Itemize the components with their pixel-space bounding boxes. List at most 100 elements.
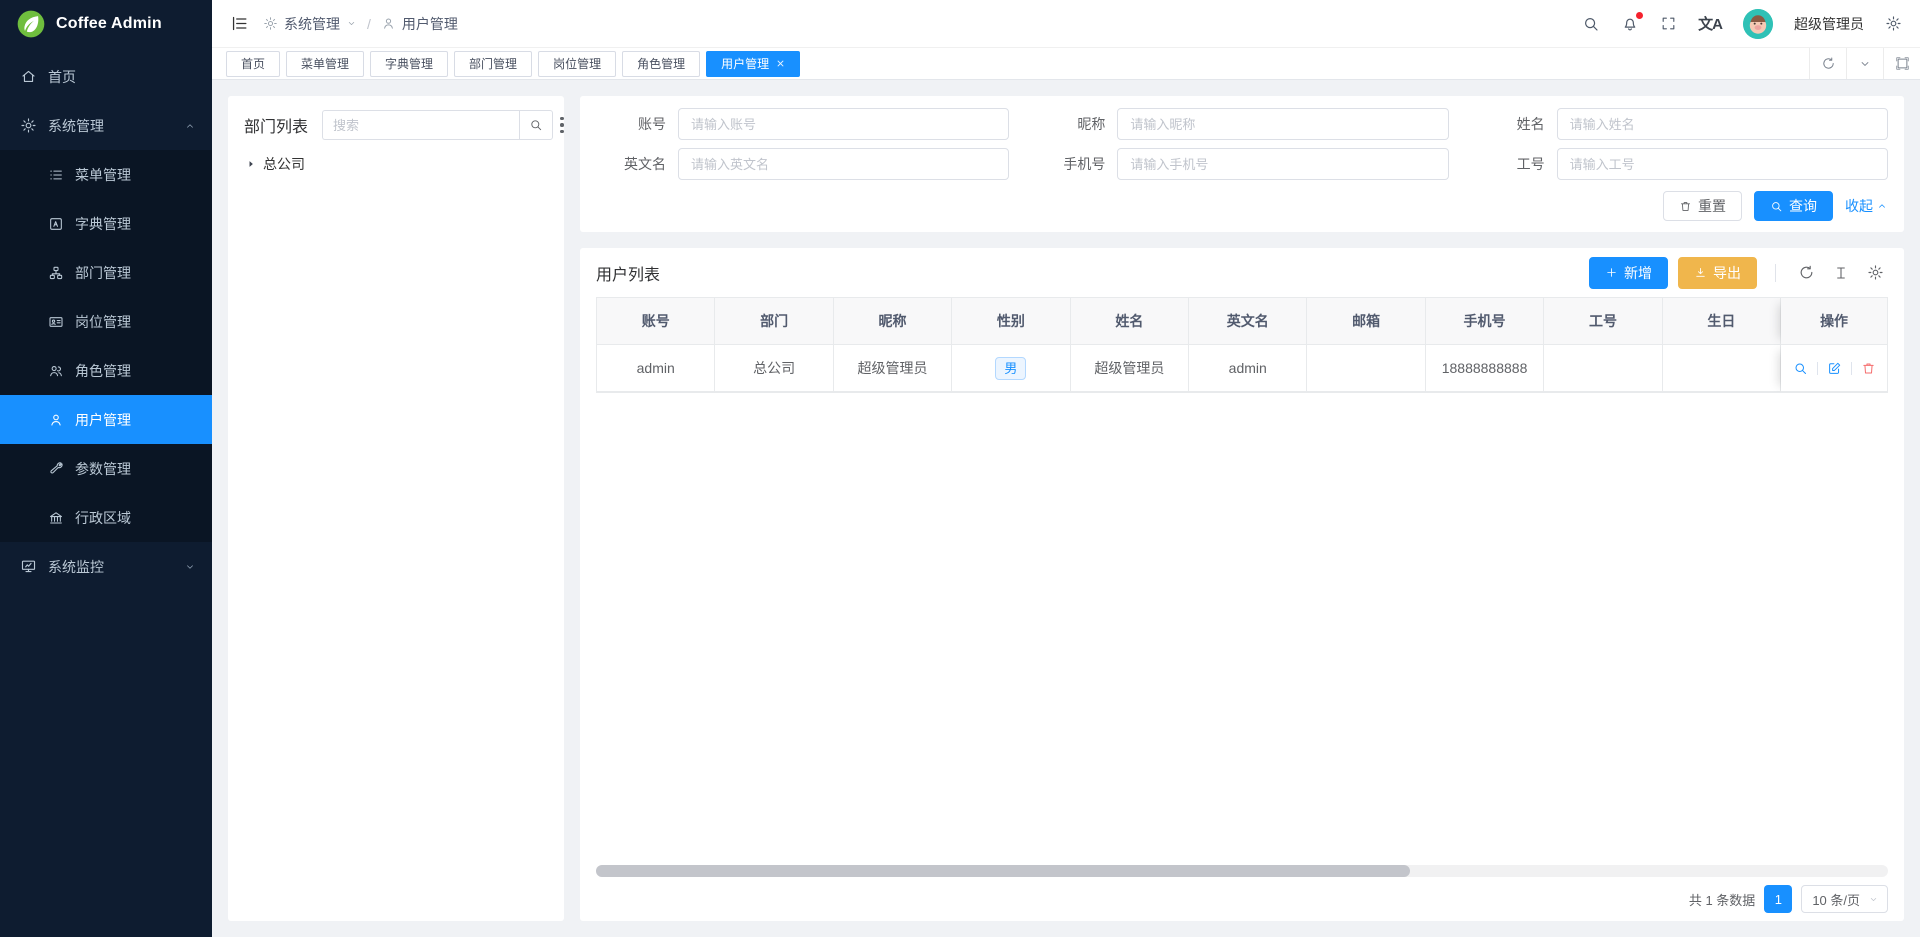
view-row-button[interactable] bbox=[1793, 361, 1808, 376]
table-toolbar-right: 新增 导出 bbox=[1589, 257, 1888, 289]
edit-row-button[interactable] bbox=[1827, 361, 1842, 376]
account-input[interactable] bbox=[678, 108, 1009, 140]
current-user-name[interactable]: 超级管理员 bbox=[1794, 14, 1864, 34]
cell-account: admin bbox=[597, 345, 715, 392]
refresh-icon[interactable] bbox=[1809, 48, 1846, 79]
sidebar-item-user-mgmt[interactable]: 用户管理 bbox=[0, 395, 212, 444]
notification-bell-icon[interactable] bbox=[1621, 15, 1639, 33]
reset-button-label: 重置 bbox=[1698, 196, 1726, 216]
tree-search-button[interactable] bbox=[519, 110, 553, 140]
menu-fold-icon[interactable] bbox=[230, 14, 249, 33]
home-icon bbox=[20, 68, 37, 85]
tree-node-root[interactable]: 总公司 bbox=[244, 154, 548, 174]
sidebar-item-label: 字典管理 bbox=[75, 214, 131, 234]
add-user-button[interactable]: 新增 bbox=[1589, 257, 1668, 289]
plus-icon bbox=[1605, 266, 1618, 279]
table-row[interactable]: admin 总公司 超级管理员 男 超级管理员 admin 1888888888… bbox=[597, 345, 1887, 392]
sidebar-item-post-mgmt[interactable]: 岗位管理 bbox=[0, 297, 212, 346]
search-form-card: 账号 昵称 姓名 英文名 bbox=[580, 96, 1904, 232]
tab-menu-mgmt[interactable]: 菜单管理 bbox=[286, 51, 364, 77]
collapse-form-link[interactable]: 收起 bbox=[1845, 196, 1888, 216]
cell-birthday bbox=[1663, 345, 1781, 392]
refresh-table-icon[interactable] bbox=[1794, 264, 1819, 281]
cell-job-number bbox=[1544, 345, 1662, 392]
field-label: 姓名 bbox=[1475, 114, 1557, 134]
sidebar-item-label: 参数管理 bbox=[75, 459, 131, 479]
sidebar-item-label: 用户管理 bbox=[75, 410, 131, 430]
name-input[interactable] bbox=[1557, 108, 1888, 140]
search-icon[interactable] bbox=[1582, 15, 1600, 33]
page-button-1[interactable]: 1 bbox=[1764, 885, 1792, 913]
sidebar-item-label: 首页 bbox=[48, 67, 76, 87]
tab-user-mgmt[interactable]: 用户管理 bbox=[706, 51, 800, 77]
field-label: 英文名 bbox=[596, 154, 678, 174]
tab-label: 岗位管理 bbox=[553, 55, 601, 72]
avatar[interactable] bbox=[1743, 9, 1773, 39]
phone-input[interactable] bbox=[1117, 148, 1448, 180]
cell-department: 总公司 bbox=[715, 345, 833, 392]
table-empty-space bbox=[596, 393, 1888, 865]
sidebar-item-role-mgmt[interactable]: 角色管理 bbox=[0, 346, 212, 395]
chevron-down-icon bbox=[184, 561, 196, 573]
tab-home[interactable]: 首页 bbox=[226, 51, 280, 77]
settings-gear-icon[interactable] bbox=[1885, 15, 1902, 32]
horizontal-scrollbar bbox=[596, 865, 1888, 877]
job-number-input[interactable] bbox=[1557, 148, 1888, 180]
search-icon bbox=[1770, 200, 1783, 213]
sidebar-item-region[interactable]: 行政区域 bbox=[0, 493, 212, 542]
tab-close-icon[interactable] bbox=[776, 59, 785, 68]
nickname-input[interactable] bbox=[1117, 108, 1448, 140]
row-actions bbox=[1793, 361, 1876, 376]
top-header: 系统管理 / 用户管理 文A bbox=[212, 0, 1920, 48]
breadcrumb-page[interactable]: 用户管理 bbox=[402, 14, 458, 34]
maximize-icon[interactable] bbox=[1883, 48, 1920, 79]
tab-dept-mgmt[interactable]: 部门管理 bbox=[454, 51, 532, 77]
table-title: 用户列表 bbox=[596, 261, 660, 285]
column-header-department: 部门 bbox=[715, 298, 833, 345]
query-button[interactable]: 查询 bbox=[1754, 191, 1833, 221]
tab-dict-mgmt[interactable]: 字典管理 bbox=[370, 51, 448, 77]
wrench-icon bbox=[48, 461, 64, 477]
tab-label: 菜单管理 bbox=[301, 55, 349, 72]
fullscreen-icon[interactable] bbox=[1660, 15, 1677, 32]
scrollbar-thumb[interactable] bbox=[596, 865, 1410, 877]
sidebar-item-home[interactable]: 首页 bbox=[0, 52, 212, 101]
org-chart-icon bbox=[48, 265, 64, 281]
chevron-up-icon bbox=[184, 120, 196, 132]
pagination: 共 1 条数据 1 10 条/页 bbox=[596, 877, 1888, 921]
export-button[interactable]: 导出 bbox=[1678, 257, 1757, 289]
chevron-down-icon[interactable] bbox=[1846, 48, 1883, 79]
tab-post-mgmt[interactable]: 岗位管理 bbox=[538, 51, 616, 77]
sidebar-group-system-mgmt[interactable]: 系统管理 bbox=[0, 101, 212, 150]
tree-more-menu-icon[interactable] bbox=[560, 110, 564, 140]
action-divider bbox=[1817, 362, 1818, 375]
table-settings-gear-icon[interactable] bbox=[1863, 264, 1888, 281]
sidebar-item-menu-mgmt[interactable]: 菜单管理 bbox=[0, 150, 212, 199]
row-height-icon[interactable] bbox=[1829, 265, 1853, 281]
translate-icon[interactable]: 文A bbox=[1698, 13, 1722, 34]
form-actions: 重置 查询 收起 bbox=[596, 191, 1888, 221]
tree-search-input[interactable] bbox=[322, 110, 519, 140]
sidebar-group-label: 系统监控 bbox=[48, 557, 104, 577]
page-size-select[interactable]: 10 条/页 bbox=[1801, 885, 1888, 913]
sidebar-item-label: 部门管理 bbox=[75, 263, 131, 283]
reset-button[interactable]: 重置 bbox=[1663, 191, 1742, 221]
chevron-down-icon bbox=[346, 18, 357, 29]
table-body: admin 总公司 超级管理员 男 超级管理员 admin 1888888888… bbox=[597, 345, 1887, 392]
cell-email bbox=[1307, 345, 1425, 392]
delete-row-button[interactable] bbox=[1861, 361, 1876, 376]
field-label: 手机号 bbox=[1035, 154, 1117, 174]
user-icon bbox=[48, 412, 64, 428]
english-name-input[interactable] bbox=[678, 148, 1009, 180]
table-toolbar: 用户列表 新增 导出 bbox=[596, 248, 1888, 297]
export-button-label: 导出 bbox=[1713, 263, 1741, 283]
sidebar-item-dept-mgmt[interactable]: 部门管理 bbox=[0, 248, 212, 297]
tab-label: 首页 bbox=[241, 55, 265, 72]
sidebar-item-dict-mgmt[interactable]: 字典管理 bbox=[0, 199, 212, 248]
breadcrumb-section[interactable]: 系统管理 bbox=[284, 14, 340, 34]
table-header-row: 账号 部门 昵称 性别 姓名 英文名 邮箱 手机号 工号 生日 操作 bbox=[597, 298, 1887, 345]
sidebar-group-system-monitor[interactable]: 系统监控 bbox=[0, 542, 212, 591]
tab-role-mgmt[interactable]: 角色管理 bbox=[622, 51, 700, 77]
sidebar-item-param-mgmt[interactable]: 参数管理 bbox=[0, 444, 212, 493]
app-logo: Coffee Admin bbox=[0, 0, 212, 48]
